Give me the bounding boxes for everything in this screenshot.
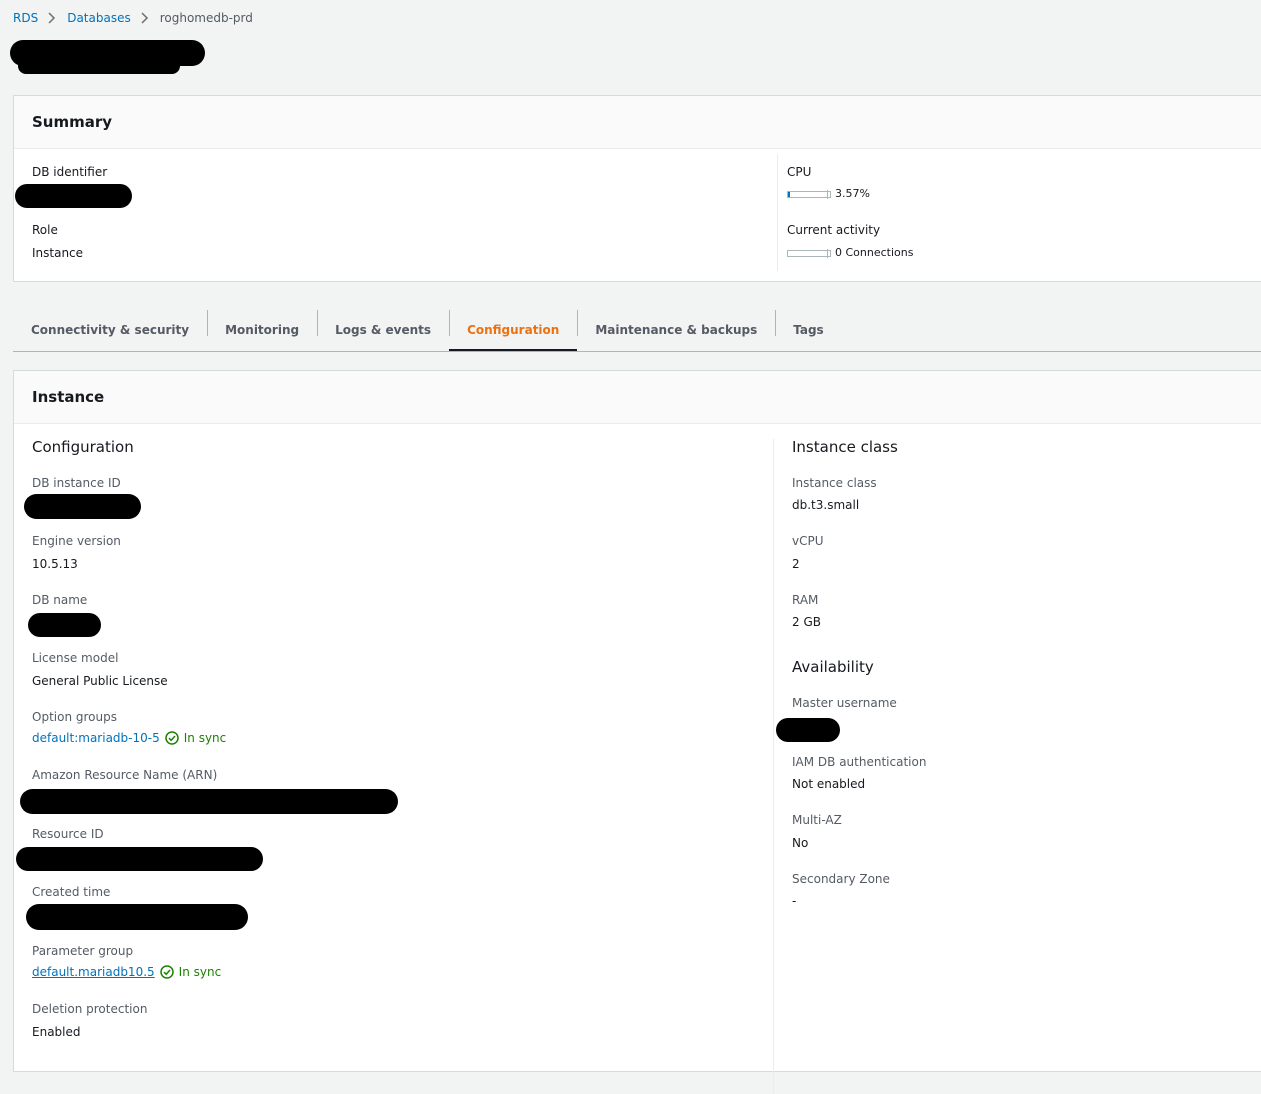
- secondary-zone-label: Secondary Zone: [792, 872, 890, 886]
- cpu-meter: [787, 190, 831, 199]
- current-activity-label: Current activity: [787, 223, 881, 237]
- summary-divider: [777, 154, 778, 271]
- db-instance-id-redaction: [24, 494, 141, 519]
- db-instance-id-label: DB instance ID: [32, 476, 121, 490]
- db-name-redaction: [28, 613, 101, 637]
- tab-configuration[interactable]: Configuration: [449, 310, 578, 351]
- instance-panel: Instance Configuration DB instance ID En…: [13, 370, 1261, 1094]
- multi-az-value: No: [792, 836, 809, 850]
- option-groups-status: In sync: [183, 731, 227, 745]
- chevron-right-icon: [48, 12, 56, 24]
- resource-id-label: Resource ID: [32, 827, 104, 841]
- summary-header: Summary: [14, 96, 1261, 149]
- db-identifier-redaction: [15, 184, 132, 208]
- status-success-icon: [159, 965, 174, 979]
- tab-connectivity-security[interactable]: Connectivity & security: [13, 310, 207, 350]
- tab-maintenance-backups[interactable]: Maintenance & backups: [577, 310, 775, 350]
- license-model-label: License model: [32, 651, 119, 665]
- parameter-group-row: default.mariadb10.5 In sync: [32, 965, 221, 979]
- tab-logs-events[interactable]: Logs & events: [317, 310, 449, 350]
- instance-header: Instance: [14, 371, 1261, 424]
- chevron-right-icon: [141, 12, 149, 24]
- parameter-group-status: In sync: [178, 965, 222, 979]
- page-title-redaction-tail: [18, 58, 180, 74]
- iam-auth-label: IAM DB authentication: [792, 755, 927, 769]
- master-username-redaction: [776, 718, 840, 742]
- ram-value: 2 GB: [792, 615, 821, 629]
- vcpu-label: vCPU: [792, 534, 824, 548]
- column-divider: [773, 439, 774, 1094]
- activity-meter-end: [827, 249, 828, 258]
- instance-class-label: Instance class: [792, 476, 877, 490]
- breadcrumb-current: roghomedb-prd: [159, 11, 253, 25]
- master-username-label: Master username: [792, 696, 897, 710]
- role-value: Instance: [32, 246, 84, 260]
- summary-panel: Summary DB identifier Role Instance CPU …: [13, 95, 1261, 282]
- resource-id-redaction: [16, 847, 263, 871]
- created-time-redaction: [26, 904, 248, 930]
- arn-redaction: [20, 789, 398, 814]
- parameter-group-link[interactable]: default.mariadb10.5: [32, 965, 155, 979]
- breadcrumb-rds-link[interactable]: RDS: [13, 11, 38, 25]
- cpu-label: CPU: [787, 165, 812, 179]
- db-name-label: DB name: [32, 593, 88, 607]
- license-model-value: General Public License: [32, 674, 168, 688]
- arn-label: Amazon Resource Name (ARN): [32, 768, 218, 782]
- instance-class-value: db.t3.small: [792, 498, 860, 512]
- summary-title: Summary: [32, 113, 113, 131]
- cpu-meter-fill: [788, 192, 790, 197]
- activity-meter: [787, 249, 831, 258]
- iam-auth-value: Not enabled: [792, 777, 866, 791]
- summary-body: DB identifier Role Instance CPU 3.57% Cu…: [14, 149, 1261, 281]
- activity-value: 0 Connections: [835, 246, 914, 259]
- created-time-label: Created time: [32, 885, 111, 899]
- instance-title: Instance: [32, 388, 105, 406]
- multi-az-label: Multi-AZ: [792, 813, 842, 827]
- ram-label: RAM: [792, 593, 819, 607]
- breadcrumb: RDS Databases roghomedb-prd: [13, 10, 253, 26]
- vcpu-value: 2: [792, 557, 800, 571]
- secondary-zone-value: -: [792, 894, 797, 908]
- option-groups-row: default:mariadb-10-5 In sync: [32, 731, 226, 745]
- role-label: Role: [32, 223, 58, 237]
- option-groups-link[interactable]: default:mariadb-10-5: [32, 731, 160, 745]
- option-groups-label: Option groups: [32, 710, 117, 724]
- engine-version-value: 10.5.13: [32, 557, 78, 571]
- deletion-protection-value: Enabled: [32, 1025, 81, 1039]
- availability-section-title: Availability: [792, 658, 874, 676]
- status-success-icon: [164, 731, 179, 745]
- parameter-group-label: Parameter group: [32, 944, 134, 958]
- detail-tabs: Connectivity & security Monitoring Logs …: [13, 310, 1261, 352]
- instance-class-section-title: Instance class: [792, 438, 898, 456]
- engine-version-label: Engine version: [32, 534, 121, 548]
- configuration-section-title: Configuration: [32, 438, 134, 456]
- db-identifier-label: DB identifier: [32, 165, 108, 179]
- deletion-protection-label: Deletion protection: [32, 1002, 148, 1016]
- breadcrumb-databases-link[interactable]: Databases: [67, 11, 131, 25]
- cpu-meter-end: [827, 190, 828, 199]
- tab-monitoring[interactable]: Monitoring: [207, 310, 317, 350]
- cpu-value: 3.57%: [835, 187, 870, 200]
- tab-tags[interactable]: Tags: [775, 310, 841, 350]
